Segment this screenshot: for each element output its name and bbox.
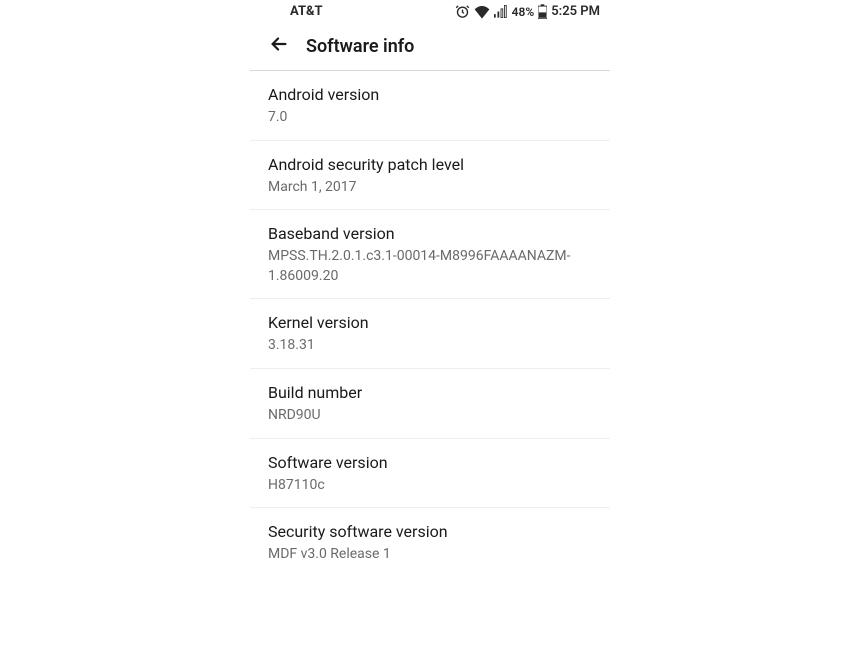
time-label: 5:25 PM: [551, 4, 600, 19]
info-label: Android version: [268, 85, 592, 104]
info-value: 3.18.31: [268, 336, 592, 356]
status-bar: AT&T: [250, 0, 610, 23]
info-value: MDF v3.0 Release 1: [268, 545, 592, 565]
phone-screen: AT&T: [250, 0, 610, 668]
battery-icon: [538, 4, 547, 19]
info-value: NRD90U: [268, 406, 592, 426]
info-value: MPSS.TH.2.0.1.c3.1-00014-M8996FAAAANAZM-…: [268, 247, 592, 286]
info-value: March 1, 2017: [268, 178, 592, 198]
wifi-icon: [474, 5, 490, 19]
kernel-version-item[interactable]: Kernel version 3.18.31: [250, 299, 610, 369]
security-patch-item[interactable]: Android security patch level March 1, 20…: [250, 141, 610, 211]
software-version-item[interactable]: Software version H87110c: [250, 439, 610, 509]
info-label: Android security patch level: [268, 155, 592, 174]
carrier-label: AT&T: [290, 4, 323, 19]
signal-icon: [494, 5, 508, 18]
info-value: 7.0: [268, 108, 592, 128]
info-value: H87110c: [268, 476, 592, 496]
info-label: Baseband version: [268, 224, 592, 243]
alarm-icon: [455, 4, 470, 19]
page-title: Software info: [306, 36, 414, 57]
security-software-version-item[interactable]: Security software version MDF v3.0 Relea…: [250, 508, 610, 577]
back-arrow-icon[interactable]: [268, 33, 290, 60]
android-version-item[interactable]: Android version 7.0: [250, 71, 610, 141]
info-label: Software version: [268, 453, 592, 472]
info-label: Kernel version: [268, 313, 592, 332]
baseband-version-item[interactable]: Baseband version MPSS.TH.2.0.1.c3.1-0001…: [250, 210, 610, 299]
software-info-list: Android version 7.0 Android security pat…: [250, 71, 610, 577]
build-number-item[interactable]: Build number NRD90U: [250, 369, 610, 439]
page-header: Software info: [250, 23, 610, 71]
info-label: Build number: [268, 383, 592, 402]
battery-percentage: 48%: [512, 5, 535, 19]
info-label: Security software version: [268, 522, 592, 541]
status-bar-right: 48% 5:25 PM: [455, 4, 600, 19]
